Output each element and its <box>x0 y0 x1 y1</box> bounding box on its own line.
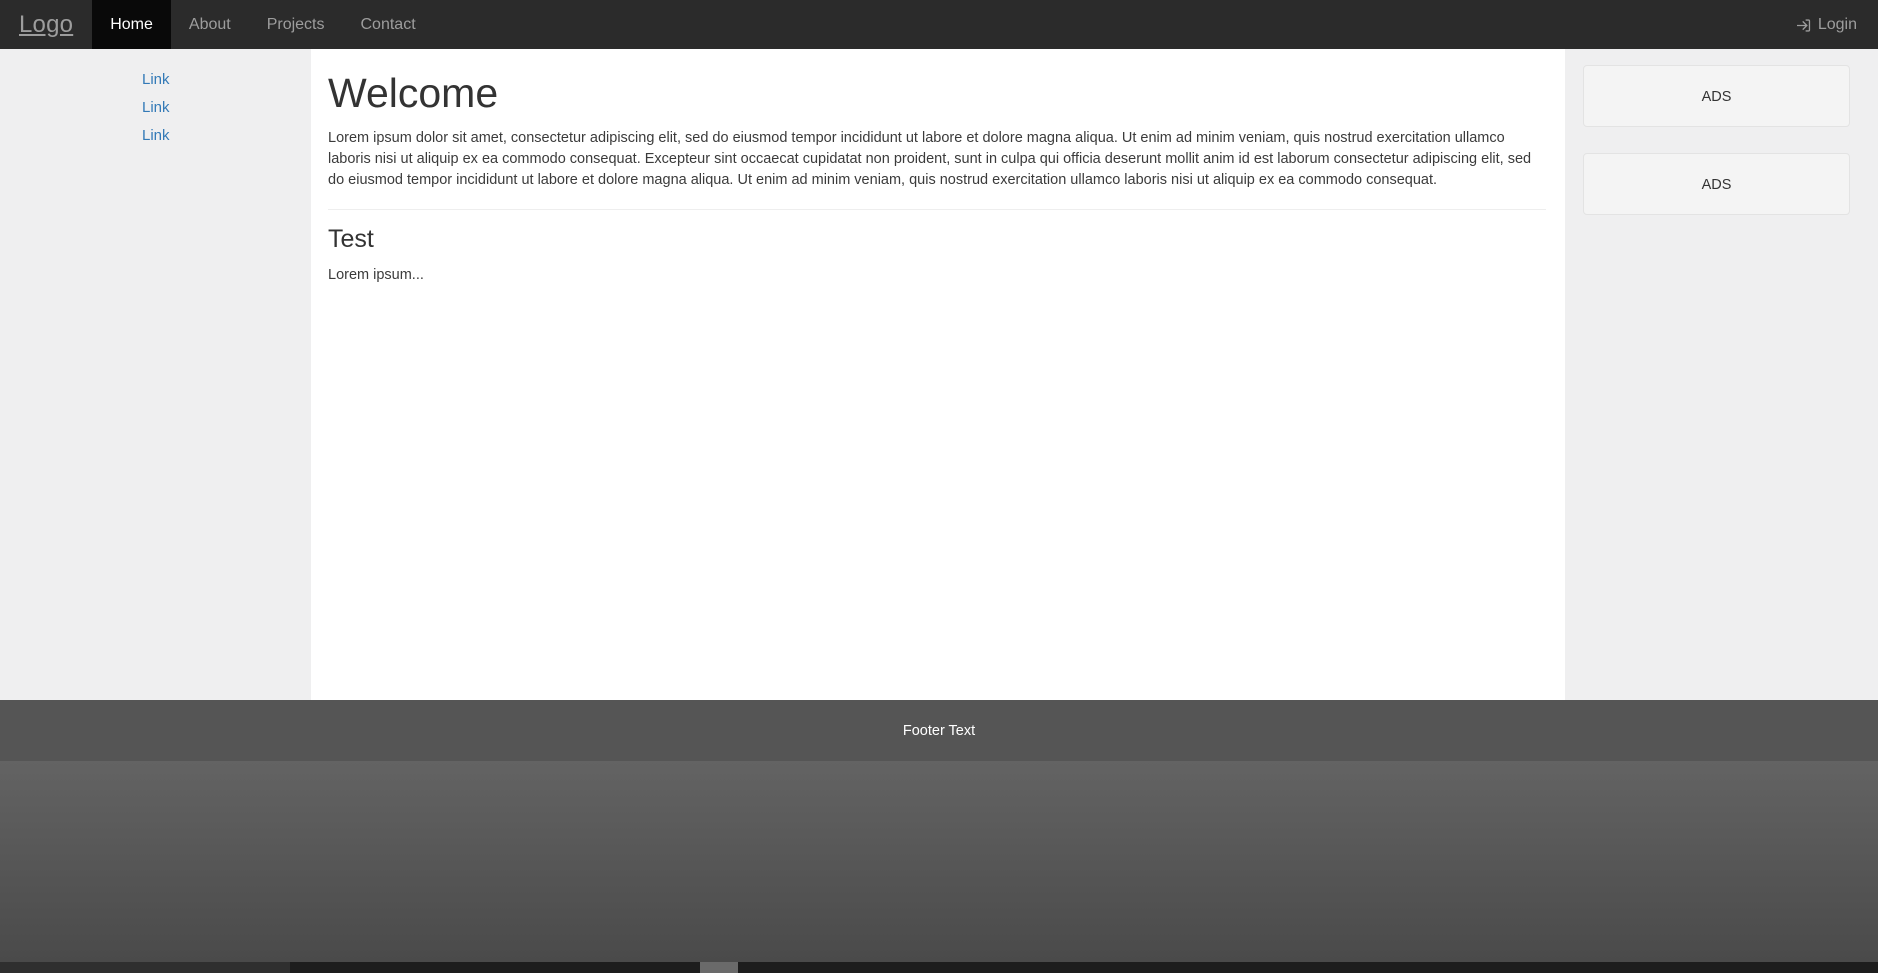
left-sidebar: Link Link Link <box>0 49 311 700</box>
sidebar-link-1[interactable]: Link <box>142 71 170 88</box>
ad-slot-1[interactable]: ADS <box>1583 65 1850 127</box>
intro-paragraph: Lorem ipsum dolor sit amet, consectetur … <box>328 130 1532 189</box>
taskbar-segment-right[interactable] <box>738 962 1878 973</box>
nav-item-about: About <box>171 0 249 49</box>
taskbar-segment-left[interactable] <box>0 962 290 973</box>
os-taskbar <box>0 962 1878 973</box>
page-body: Link Link Link Welcome Lorem ipsum dolor… <box>0 49 1878 700</box>
list-item: Link <box>0 127 311 145</box>
list-item: Link <box>0 71 311 89</box>
nav-link-home[interactable]: Home <box>92 0 171 49</box>
section-divider <box>328 209 1546 211</box>
sidebar-link-3[interactable]: Link <box>142 127 170 144</box>
taskbar-segment-middle[interactable] <box>290 962 700 973</box>
primary-nav: Home About Projects Contact <box>92 0 433 49</box>
below-footer-area <box>0 761 1878 962</box>
login-label: Login <box>1817 15 1857 33</box>
nav-link-contact[interactable]: Contact <box>343 0 434 49</box>
section-paragraph: Lorem ipsum... <box>328 266 424 283</box>
top-navbar: Logo Home About Projects Contact Login <box>0 0 1878 49</box>
login-button[interactable]: Login <box>1776 0 1878 49</box>
sidebar-link-2[interactable]: Link <box>142 99 170 116</box>
nav-item-contact: Contact <box>343 0 434 49</box>
nav-link-projects[interactable]: Projects <box>249 0 343 49</box>
sign-in-icon <box>1796 18 1812 33</box>
footer-text: Footer Text <box>902 722 976 739</box>
page-title: Welcome <box>328 70 499 116</box>
right-rail: ADS ADS <box>1565 49 1878 700</box>
taskbar-segment-highlight[interactable] <box>700 962 738 973</box>
nav-item-home: Home <box>92 0 171 49</box>
main-content: Welcome Lorem ipsum dolor sit amet, cons… <box>311 49 1565 700</box>
list-item: Link <box>0 99 311 117</box>
ad-slot-2-label: ADS <box>1701 177 1732 193</box>
nav-link-about[interactable]: About <box>171 0 249 49</box>
nav-item-projects: Projects <box>249 0 343 49</box>
sidebar-link-list: Link Link Link <box>0 71 311 145</box>
page-footer: Footer Text <box>0 700 1878 761</box>
navbar-right: Login <box>1776 0 1878 49</box>
section-heading: Test <box>328 225 374 254</box>
brand-logo[interactable]: Logo <box>0 0 92 49</box>
ad-slot-2[interactable]: ADS <box>1583 153 1850 215</box>
ad-slot-1-label: ADS <box>1701 89 1732 105</box>
